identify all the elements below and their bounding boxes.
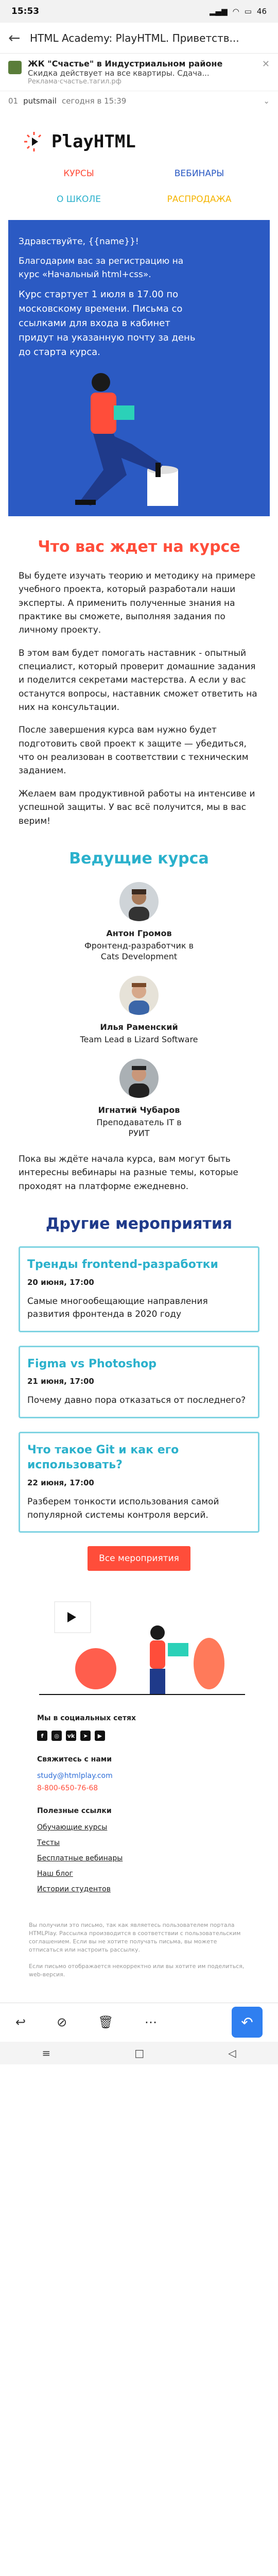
mail-header: ← HTML Academy: PlayHTML. Приветств... — [0, 23, 278, 54]
footer: Мы в социальных сетях f ◎ vk ➤ ▶ Свяжите… — [8, 1700, 270, 1911]
legal-p2: Если письмо отображается некорректно или… — [29, 1962, 245, 1978]
hero-illustration — [75, 373, 178, 506]
event-card[interactable]: Figma vs Photoshop 21 июня, 17:00 Почему… — [19, 1345, 259, 1418]
whats-text: Вы будете изучать теорию и методику на п… — [8, 569, 270, 828]
ad-text: Скидка действует на все квартиры. Сдача.… — [28, 69, 210, 78]
hero-thanks: Благодарим вас за регистрацию на курс «Н… — [19, 256, 184, 280]
email-body: PlayHTML КУРСЫ ВЕБИНАРЫ О ШКОЛЕ РАСПРОДА… — [8, 120, 270, 2003]
footer-link-blog[interactable]: Наш блог — [37, 1870, 241, 1878]
delete-icon[interactable]: ⊘ — [57, 2015, 67, 2029]
event-text: Самые многообещающие направления развити… — [27, 1296, 208, 1320]
trash-icon[interactable]: 🗑 — [98, 2015, 113, 2029]
close-icon[interactable]: ✕ — [262, 59, 270, 70]
back-icon[interactable]: ◁ — [228, 2047, 236, 2059]
sender[interactable]: putsmail — [23, 96, 57, 106]
message-date: сегодня в 15:39 — [61, 96, 127, 106]
message-meta: 01 putsmail сегодня в 15:39 ⌄ — [0, 91, 278, 111]
footer-link-courses[interactable]: Обучающие курсы — [37, 1823, 241, 1832]
nav-webinars[interactable]: ВЕБИНАРЫ — [139, 168, 259, 179]
ad-source: Реклама·счастье.тагил.рф — [28, 78, 121, 86]
whats-p4: Желаем вам продуктивной работы на интенс… — [19, 788, 255, 826]
teachers-note-wrap: Пока вы ждёте начала курса, вам могут бы… — [8, 1153, 270, 1193]
footer-illustration — [19, 1591, 259, 1700]
all-events-button[interactable]: Все мероприятия — [88, 1546, 190, 1571]
nav-sale[interactable]: РАСПРОДАЖА — [139, 194, 259, 205]
facebook-icon[interactable]: f — [37, 1731, 47, 1741]
footer-link-webinars[interactable]: Бесплатные вебинары — [37, 1854, 241, 1862]
battery-level: 46 — [256, 7, 267, 16]
social-title: Мы в социальных сетях — [37, 1714, 136, 1723]
signal-icon: ▂▄▆ — [210, 7, 228, 16]
avatar — [119, 882, 159, 921]
teacher-card: Илья Раменский Team Lead в Lizard Softwa… — [8, 976, 270, 1045]
status-bar: 15:53 ▂▄▆ ◠ ▭ 46 — [0, 0, 278, 23]
chevron-down-icon[interactable]: ⌄ — [263, 96, 270, 106]
nav-about[interactable]: О ШКОЛЕ — [19, 194, 139, 205]
hero: Здравствуйте, {{name}}! Благодарим вас з… — [8, 220, 270, 516]
message-count: 01 — [8, 96, 19, 106]
teacher-card: Антон Громов Фронтенд-разработчик в Cats… — [8, 882, 270, 962]
menu-icon[interactable]: ≡ — [42, 2047, 50, 2059]
contact-email[interactable]: study@htmlplay.com — [37, 1772, 241, 1780]
nav-courses[interactable]: КУРСЫ — [19, 168, 139, 179]
contact-title: Свяжитесь с нами — [37, 1755, 112, 1764]
event-text: Разберем тонкости использования самой по… — [27, 1497, 219, 1520]
telegram-icon[interactable]: ➤ — [80, 1731, 91, 1741]
vk-icon[interactable]: vk — [66, 1731, 76, 1741]
instagram-icon[interactable]: ◎ — [51, 1731, 62, 1741]
legal-text: Вы получили это письмо, так как являетес… — [8, 1911, 270, 2003]
home-icon[interactable]: □ — [134, 2047, 144, 2059]
teachers-note: Пока вы ждёте начала курса, вам могут бы… — [19, 1154, 238, 1192]
mail-toolbar: ↩ ⊘ 🗑 ⋯ ↶ — [0, 2002, 278, 2042]
avatar — [119, 976, 159, 1015]
event-date: 22 июня, 17:00 — [27, 1478, 94, 1488]
status-time: 15:53 — [11, 6, 40, 16]
event-text: Почему давно пора отказаться от последне… — [27, 1395, 246, 1406]
teacher-role: Преподаватель IT в РУИТ — [96, 1117, 182, 1139]
footer-link-tests[interactable]: Тесты — [37, 1839, 241, 1847]
whats-p1: Вы будете изучать теорию и методику на п… — [19, 571, 256, 636]
system-navbar: ≡ □ ◁ — [0, 2041, 278, 2064]
event-card[interactable]: Что такое Git и как его использовать? 22… — [19, 1431, 259, 1533]
event-date: 21 июня, 17:00 — [27, 1377, 94, 1386]
whats-p2: В этом вам будет помогать наставник - оп… — [19, 648, 257, 713]
ad-logo — [8, 61, 22, 74]
event-title[interactable]: Figma vs Photoshop — [27, 1357, 251, 1372]
ad-banner[interactable]: ЖК "Счастье" в Индустриальном районе Ски… — [0, 54, 278, 91]
logo-icon — [24, 131, 44, 152]
teacher-role: Фронтенд-разработчик в Cats Development — [84, 940, 194, 962]
email-nav: КУРСЫ ВЕБИНАРЫ О ШКОЛЕ РАСПРОДАЖА — [8, 163, 270, 220]
event-card[interactable]: Тренды frontend-разработки 20 июня, 17:0… — [19, 1246, 259, 1332]
brand-name: PlayHTML — [51, 131, 136, 152]
whats-title: Что вас ждет на курсе — [38, 538, 240, 556]
teachers-title: Ведущие курса — [69, 849, 209, 868]
social-icons: f ◎ vk ➤ ▶ — [37, 1731, 241, 1741]
footer-link-stories[interactable]: Истории студентов — [37, 1885, 241, 1893]
teacher-name: Антон Громов — [106, 928, 172, 938]
greeting: Здравствуйте, {{name}}! — [19, 236, 139, 247]
event-title[interactable]: Тренды frontend-разработки — [27, 1257, 251, 1273]
teacher-name: Илья Раменский — [100, 1022, 178, 1032]
teacher-name: Игнатий Чубаров — [98, 1105, 180, 1115]
contact-phone[interactable]: 8-800-650-76-68 — [37, 1784, 241, 1792]
legal-p1: Вы получили это письмо, так как являетес… — [29, 1922, 241, 1953]
ad-title: ЖК "Счастье" в Индустриальном районе — [28, 59, 223, 69]
battery-icon: ▭ — [244, 7, 252, 16]
event-title[interactable]: Что такое Git и как его использовать? — [27, 1443, 251, 1473]
events-title: Другие мероприятия — [45, 1214, 233, 1233]
back-arrow-icon[interactable]: ← — [8, 29, 23, 46]
links-title: Полезные ссылки — [37, 1807, 112, 1816]
event-date: 20 июня, 17:00 — [27, 1277, 94, 1287]
youtube-icon[interactable]: ▶ — [95, 1731, 105, 1741]
mail-subject: HTML Academy: PlayHTML. Приветств... — [30, 31, 239, 44]
reply-button[interactable]: ↶ — [232, 2007, 263, 2038]
whats-p3: После завершения курса вам нужно будет п… — [19, 725, 249, 776]
teacher-card: Игнатий Чубаров Преподаватель IT в РУИТ — [8, 1058, 270, 1139]
brand: PlayHTML — [8, 120, 270, 163]
more-icon[interactable]: ⋯ — [145, 2015, 157, 2029]
teacher-role: Team Lead в Lizard Software — [80, 1035, 198, 1045]
wifi-icon: ◠ — [232, 7, 239, 16]
avatar — [119, 1058, 159, 1098]
reply-icon[interactable]: ↩ — [15, 2015, 26, 2029]
